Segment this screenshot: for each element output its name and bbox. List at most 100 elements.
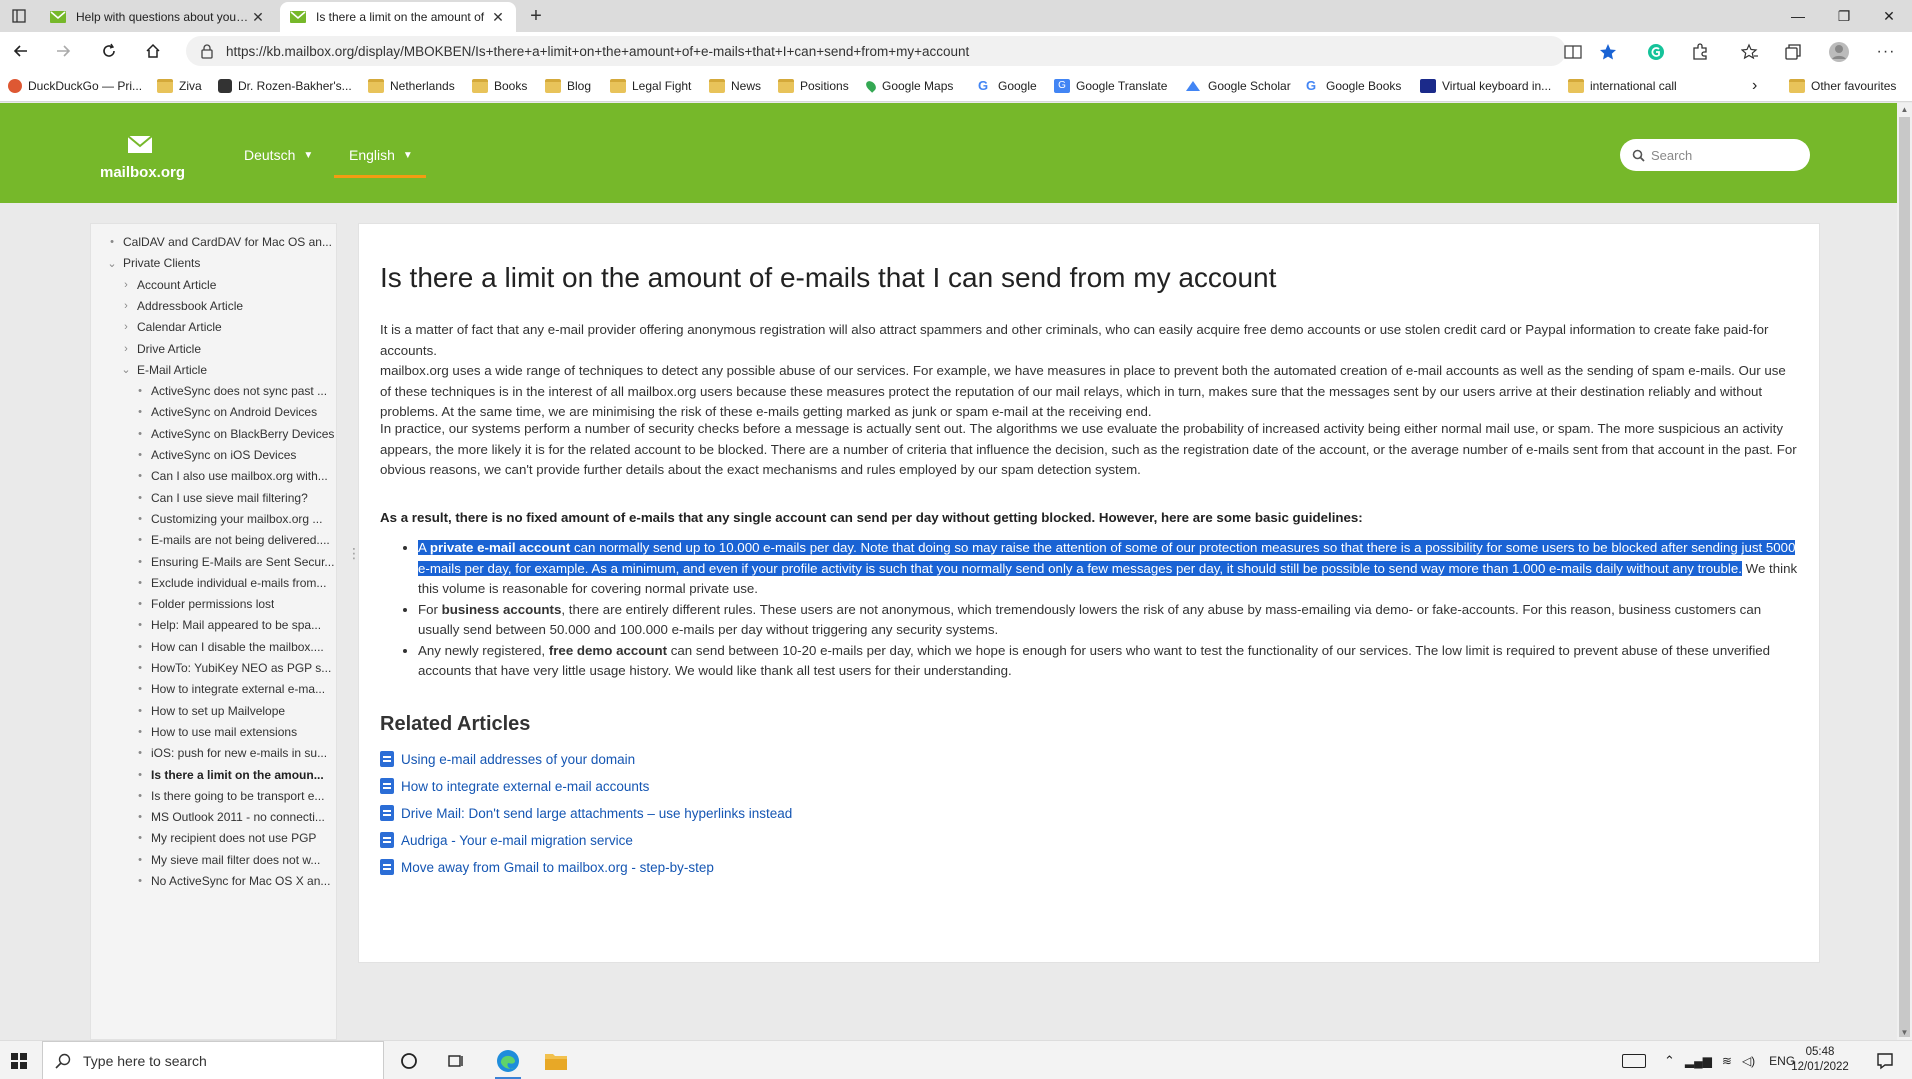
site-search-input[interactable] [1651,147,1801,163]
scroll-down-icon[interactable]: ▼ [1897,1026,1912,1040]
sidebar-item[interactable]: • Help: Mail appeared to be spa... [133,614,336,636]
bookmark-folder[interactable]: Legal Fight [610,76,691,96]
sidebar-item[interactable]: • Ensuring E-Mails are Sent Secur... [133,551,336,573]
chevron-up-icon[interactable]: ⌃ [1664,1053,1675,1069]
sidebar-item[interactable]: › Addressbook Article [119,295,336,317]
bookmark-folder[interactable]: Books [472,76,527,96]
sidebar-item[interactable]: • E-mails are not being delivered.... [133,529,336,551]
taskbar-search-box[interactable]: Type here to search [42,1041,384,1079]
sidebar-item[interactable]: • ActiveSync does not sync past ... [133,380,336,402]
sidebar-item[interactable]: ⌄ Private Clients [105,252,336,274]
sidebar-item[interactable]: • ActiveSync on BlackBerry Devices [133,423,336,445]
bookmark-item[interactable]: Google Scholar [1186,76,1291,96]
url-field[interactable]: https://kb.mailbox.org/display/MBOKBEN/I… [186,36,1566,66]
favourites-button[interactable] [1736,38,1764,66]
favourite-star-button[interactable] [1594,38,1622,66]
network-icon[interactable]: ▂▄▆ [1685,1054,1712,1068]
sidebar-item[interactable]: • No ActiveSync for Mac OS X an... [133,870,336,892]
chevron-down-icon[interactable]: ⌄ [105,257,119,270]
scroll-up-icon[interactable]: ▲ [1897,103,1912,117]
reader-view-button[interactable] [1559,38,1587,66]
back-button[interactable] [6,37,36,65]
language-deutsch[interactable]: Deutsch ▼ [244,147,313,163]
sidebar-item[interactable]: › Calendar Article [119,316,336,338]
grammarly-extension-button[interactable] [1642,38,1670,66]
restore-button[interactable]: ❐ [1821,0,1867,32]
sidebar-item[interactable]: • How to use mail extensions [133,721,336,743]
bookmark-item[interactable]: Virtual keyboard in... [1420,76,1551,96]
sidebar-item[interactable]: • Folder permissions lost [133,593,336,615]
sidebar-item[interactable]: • Customizing your mailbox.org ... [133,508,336,530]
extensions-button[interactable] [1686,38,1714,66]
close-window-button[interactable]: ✕ [1866,0,1912,32]
sidebar-item[interactable]: • ActiveSync on iOS Devices [133,444,336,466]
bookmark-folder[interactable]: Positions [778,76,849,96]
sidebar-item[interactable]: • iOS: push for new e-mails in su... [133,742,336,764]
chevron-right-icon[interactable]: › [119,279,133,291]
related-article-link[interactable]: Using e-mail addresses of your domain [380,748,635,770]
chevron-right-icon[interactable]: › [119,300,133,312]
language-english[interactable]: English ▼ [349,147,413,163]
related-article-link[interactable]: How to integrate external e-mail account… [380,775,649,797]
sidebar-item[interactable]: • My recipient does not use PGP [133,827,336,849]
scrollbar-thumb[interactable] [1899,117,1910,1037]
bookmark-item[interactable]: G Google Translate [1054,76,1167,96]
sidebar-item[interactable]: › Drive Article [119,338,336,360]
task-view-button[interactable] [433,1041,479,1079]
sidebar-item[interactable]: • How to integrate external e-ma... [133,678,336,700]
sidebar-item[interactable]: • HowTo: YubiKey NEO as PGP s... [133,657,336,679]
taskbar-clock[interactable]: 05:48 12/01/2022 [1790,1045,1850,1075]
chevron-down-icon[interactable]: ⌄ [119,363,133,376]
sidebar-item[interactable]: • My sieve mail filter does not w... [133,849,336,871]
start-button[interactable] [0,1041,38,1079]
other-favourites-folder[interactable]: Other favourites [1789,76,1896,96]
bookmark-item[interactable]: G Google Books [1306,76,1401,96]
site-logo[interactable]: mailbox.org [100,133,185,181]
sidebar-item[interactable]: • CalDAV and CardDAV for Mac OS an... [105,231,336,253]
collections-button[interactable] [1779,38,1807,66]
sidebar-item[interactable]: • Is there going to be transport e... [133,785,336,807]
cortana-button[interactable] [386,1041,432,1079]
page-scrollbar[interactable]: ▲ ▼ [1897,103,1912,1040]
sidebar-item[interactable]: › Account Article [119,274,336,296]
bookmarks-overflow-button[interactable]: › [1752,76,1757,96]
volume-icon[interactable]: ◁) [1742,1054,1755,1068]
profile-button[interactable] [1825,38,1853,66]
bookmark-folder[interactable]: Ziva [157,76,202,96]
bookmark-item[interactable]: Google Maps [864,76,953,96]
sidebar-item[interactable]: • Can I use sieve mail filtering? [133,487,336,509]
tab-actions-button[interactable] [4,4,34,28]
minimize-button[interactable]: — [1775,0,1821,32]
site-search-box[interactable] [1620,139,1810,171]
tab-close-icon[interactable]: ✕ [250,9,266,26]
sidebar-item-current[interactable]: • Is there a limit on the amoun... [133,764,336,786]
edge-taskbar-button[interactable] [485,1041,531,1079]
related-article-link[interactable]: Move away from Gmail to mailbox.org - st… [380,856,714,878]
forward-button[interactable] [48,37,78,65]
related-article-link[interactable]: Audriga - Your e-mail migration service [380,829,633,851]
bookmark-item[interactable]: G Google [978,76,1037,96]
browser-tab-active[interactable]: Is there a limit on the amount of ✕ [280,2,516,32]
bookmark-item[interactable]: Dr. Rozen-Bakher's... [218,76,352,96]
sidebar-item[interactable]: • Exclude individual e-mails from... [133,572,336,594]
notifications-button[interactable] [1862,1041,1908,1079]
bookmark-item[interactable]: DuckDuckGo — Pri... [8,76,142,96]
home-button[interactable] [138,37,168,65]
file-explorer-taskbar-button[interactable] [533,1041,579,1079]
bookmark-folder[interactable]: Netherlands [368,76,455,96]
sidebar-item[interactable]: • How can I disable the mailbox.... [133,636,336,658]
sidebar-item[interactable]: • Can I also use mailbox.org with... [133,465,336,487]
sidebar-item[interactable]: • How to set up Mailvelope [133,700,336,722]
chevron-right-icon[interactable]: › [119,321,133,333]
bookmark-folder[interactable]: News [709,76,761,96]
sidebar-item[interactable]: • MS Outlook 2011 - no connecti... [133,806,336,828]
bookmark-folder[interactable]: Blog [545,76,591,96]
bookmark-folder[interactable]: international call [1568,76,1677,96]
tab-close-icon[interactable]: ✕ [490,9,506,26]
keyboard-tray-icon[interactable] [1622,1053,1646,1068]
browser-tab[interactable]: Help with questions about your e ✕ [40,2,276,32]
wifi-icon[interactable]: ≋ [1722,1054,1732,1068]
related-article-link[interactable]: Drive Mail: Don't send large attachments… [380,802,792,824]
sidebar-item[interactable]: • ActiveSync on Android Devices [133,401,336,423]
sidebar-item[interactable]: ⌄ E-Mail Article [119,359,336,381]
